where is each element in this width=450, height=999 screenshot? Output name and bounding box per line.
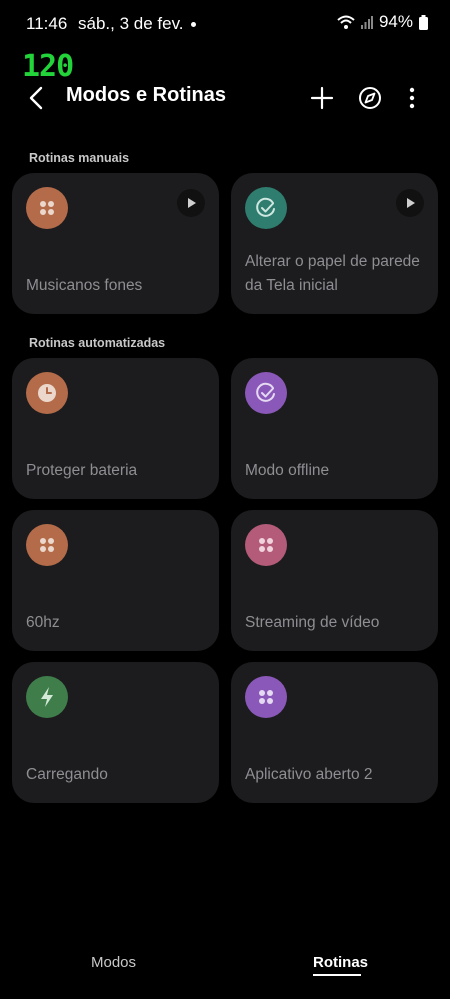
routine-label: Aplicativo aberto 2 xyxy=(245,766,373,783)
routine-card-carregando[interactable]: Carregando xyxy=(12,662,219,803)
status-indicators: 94% xyxy=(337,12,428,32)
routine-label: Alterar o papel de parede da Tela inicia… xyxy=(245,253,420,294)
routine-card-musicanos-fones[interactable]: Musicanos fones xyxy=(12,173,219,314)
plus-icon xyxy=(310,86,334,110)
routine-card-60hz[interactable]: 60hz xyxy=(12,510,219,651)
routine-label: 60hz xyxy=(26,614,60,631)
app-bar: Modos e Rotinas xyxy=(0,76,450,120)
check-circle-icon xyxy=(245,187,287,229)
play-routine-button[interactable] xyxy=(177,189,205,217)
battery-icon xyxy=(419,14,428,30)
wifi-icon xyxy=(337,15,355,29)
routine-label: Musicanos fones xyxy=(26,277,143,294)
play-icon xyxy=(188,198,196,208)
play-icon xyxy=(407,198,415,208)
routine-label: Carregando xyxy=(26,766,108,783)
back-button[interactable] xyxy=(24,82,52,114)
routine-card-streaming-de-video[interactable]: Streaming de vídeo xyxy=(231,510,438,651)
routine-card-modo-offline[interactable]: Modo offline xyxy=(231,358,438,499)
status-time: 11:46 xyxy=(26,14,68,33)
more-vertical-icon xyxy=(409,87,415,109)
notification-dot-icon xyxy=(191,22,196,27)
routine-card-aplicativo-aberto-2[interactable]: Aplicativo aberto 2 xyxy=(231,662,438,803)
section-automated-routines: Rotinas automatizadas xyxy=(29,336,166,350)
signal-icon xyxy=(360,16,373,29)
tab-rotinas[interactable]: Rotinas xyxy=(313,954,368,971)
more-options-button[interactable] xyxy=(398,82,426,114)
status-date: sáb., 3 de fev. xyxy=(78,14,184,33)
play-routine-button[interactable] xyxy=(396,189,424,217)
check-circle-icon xyxy=(245,372,287,414)
tab-modos[interactable]: Modos xyxy=(91,954,136,971)
clock-icon xyxy=(26,372,68,414)
discover-button[interactable] xyxy=(356,82,384,114)
routine-card-alterar-papel-de-parede[interactable]: Alterar o papel de parede da Tela inicia… xyxy=(231,173,438,314)
active-tab-indicator xyxy=(313,974,361,976)
grid-dots-icon xyxy=(245,524,287,566)
bottom-navigation: Modos Rotinas xyxy=(0,940,450,990)
status-bar: 11:46 sáb., 3 de fev. 94% xyxy=(0,0,450,48)
add-routine-button[interactable] xyxy=(308,82,336,114)
grid-dots-icon xyxy=(26,187,68,229)
grid-dots-icon xyxy=(26,524,68,566)
page-title: Modos e Rotinas xyxy=(66,84,227,106)
compass-icon xyxy=(359,87,381,109)
bolt-icon xyxy=(26,676,68,718)
routine-label: Proteger bateria xyxy=(26,462,138,479)
routine-label: Streaming de vídeo xyxy=(245,614,380,631)
routine-label: Modo offline xyxy=(245,462,330,479)
routine-card-proteger-bateria[interactable]: Proteger bateria xyxy=(12,358,219,499)
battery-percentage: 94% xyxy=(378,12,413,31)
chevron-left-icon xyxy=(29,86,43,110)
section-manual-routines: Rotinas manuais xyxy=(29,151,130,165)
grid-dots-icon xyxy=(245,676,287,718)
